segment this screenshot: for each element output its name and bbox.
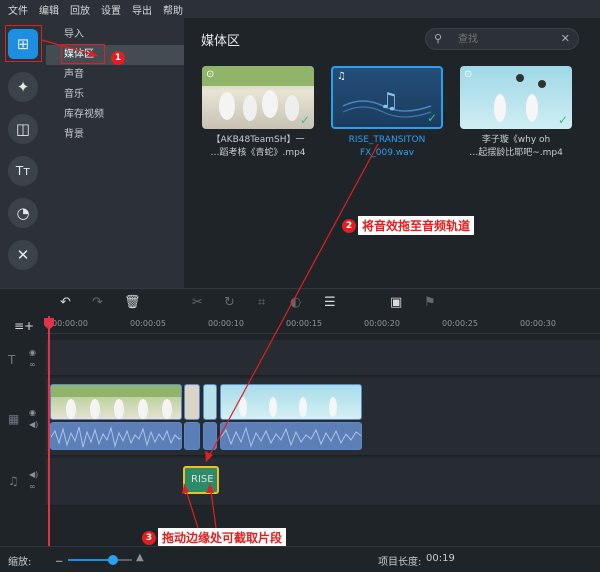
audio-track-icon: ♫ xyxy=(8,474,19,488)
link-icon[interactable]: ∞ xyxy=(29,360,36,369)
pie-icon: ◔ xyxy=(16,204,30,222)
video-icon: ⊙ xyxy=(206,69,215,80)
check-icon: ✓ xyxy=(557,113,568,127)
speaker-icon[interactable]: ◀) xyxy=(29,420,38,429)
zoom-label: 缩放: xyxy=(8,557,32,568)
delete-icon[interactable]: 🗑 xyxy=(124,295,141,310)
music-note-icon: ♫ xyxy=(337,71,346,82)
status-bar: 缩放: ▁ ▲ 项目长度: 00:19 xyxy=(0,546,600,572)
category-background[interactable]: 背景 xyxy=(46,125,184,145)
video-clip-1[interactable] xyxy=(50,384,182,420)
media-thumb-video-2[interactable]: ⊙ ✓ xyxy=(460,66,572,129)
annotation-arrow-3 xyxy=(182,483,217,529)
zoom-slider-fill xyxy=(68,559,113,561)
video-clip-2[interactable] xyxy=(184,384,200,420)
flag-icon[interactable]: ⚑ xyxy=(424,295,436,310)
speaker-icon[interactable]: ◀) xyxy=(29,470,38,479)
menu-edit[interactable]: 编辑 xyxy=(39,2,59,17)
ruler-tick: 00:00:25 xyxy=(442,319,478,328)
transition-icon: ◫ xyxy=(15,120,31,138)
annotation-arrow-2 xyxy=(205,143,379,463)
text-icon: Tт xyxy=(15,164,31,178)
title-track-icon: T xyxy=(8,353,16,367)
undo-icon[interactable]: ↶ xyxy=(60,295,71,310)
annotation-arrow-1 xyxy=(41,39,99,57)
tools-button[interactable]: ✕ xyxy=(8,240,38,270)
transitions-button[interactable]: ◫ xyxy=(8,114,38,144)
ruler-tick: 00:00:00 xyxy=(52,319,88,328)
annotation-marker-3: 3 xyxy=(142,531,156,545)
media-thumb-video-1[interactable]: ⊙ ✓ xyxy=(202,66,314,129)
search-input[interactable] xyxy=(458,31,554,47)
titles-button[interactable]: Tт xyxy=(8,156,38,186)
annotation-label-3: 拖动边缘处可截取片段 xyxy=(158,528,287,547)
eye-icon[interactable]: ◉ xyxy=(29,348,36,357)
menu-playback[interactable]: 回放 xyxy=(70,2,90,17)
zoom-slider-handle[interactable] xyxy=(107,555,118,565)
stickers-button[interactable]: ◔ xyxy=(8,198,38,228)
annotation-box-import xyxy=(5,25,42,62)
link-icon[interactable]: ∞ xyxy=(29,482,36,491)
zoom-in-icon[interactable]: ▲ xyxy=(136,552,144,563)
clip-frames-1 xyxy=(51,385,181,419)
project-length-label: 项目长度: xyxy=(378,557,422,568)
tools-icon: ✕ xyxy=(16,246,30,264)
ruler-tick: 00:00:05 xyxy=(130,319,166,328)
menu-bar: 文件 编辑 回放 设置 导出 帮助 xyxy=(0,0,600,18)
track-headers: ≡+ T ◉ ∞ ▦ ◉ ◀) ♫ ◀) ∞ xyxy=(0,316,46,546)
magic-wand-icon: ✦ xyxy=(16,78,30,96)
svg-text:♫: ♫ xyxy=(379,89,399,114)
video-icon: ⊙ xyxy=(464,69,473,80)
project-length-value: 00:19 xyxy=(426,553,455,564)
menu-file[interactable]: 文件 xyxy=(8,2,28,17)
eye-icon[interactable]: ◉ xyxy=(29,408,36,417)
zoom-slider-track[interactable] xyxy=(68,555,132,565)
media-title: 媒体区 xyxy=(201,34,241,49)
media-caption-3: 李子璇《why oh …起摆龄比耶吧~.mp4 xyxy=(469,135,563,158)
video-audio-1[interactable] xyxy=(50,422,182,450)
add-track-icon[interactable]: ≡+ xyxy=(14,319,34,333)
search-box: ⚲ ✕ xyxy=(425,28,579,50)
menu-settings[interactable]: 设置 xyxy=(101,2,121,17)
search-icon: ⚲ xyxy=(434,32,443,45)
audio-wave-art: ♫ xyxy=(342,89,432,118)
check-icon: ✓ xyxy=(426,111,437,125)
category-stock-video[interactable]: 库存视频 xyxy=(46,105,184,125)
dance-preview-2 xyxy=(494,74,546,122)
annotation-marker-1: 1 xyxy=(111,51,125,65)
redo-icon[interactable]: ↷ xyxy=(92,295,103,310)
playhead[interactable] xyxy=(48,316,50,546)
category-sound[interactable]: 声音 xyxy=(46,65,184,85)
category-music[interactable]: 音乐 xyxy=(46,85,184,105)
zoom-out-icon[interactable]: ▁ xyxy=(56,553,62,562)
menu-help[interactable]: 帮助 xyxy=(163,2,183,17)
check-icon: ✓ xyxy=(299,113,310,127)
menu-export[interactable]: 导出 xyxy=(132,2,152,17)
video-audio-2[interactable] xyxy=(184,422,200,450)
dance-preview-1 xyxy=(202,66,314,121)
ruler-tick: 00:00:30 xyxy=(520,319,556,328)
effects-button[interactable]: ✦ xyxy=(8,72,38,102)
close-icon[interactable]: ✕ xyxy=(561,32,570,45)
video-track-icon: ▦ xyxy=(8,412,20,426)
media-thumb-audio[interactable]: ♫ ♫ ✓ xyxy=(331,66,443,129)
waveform xyxy=(51,426,181,448)
